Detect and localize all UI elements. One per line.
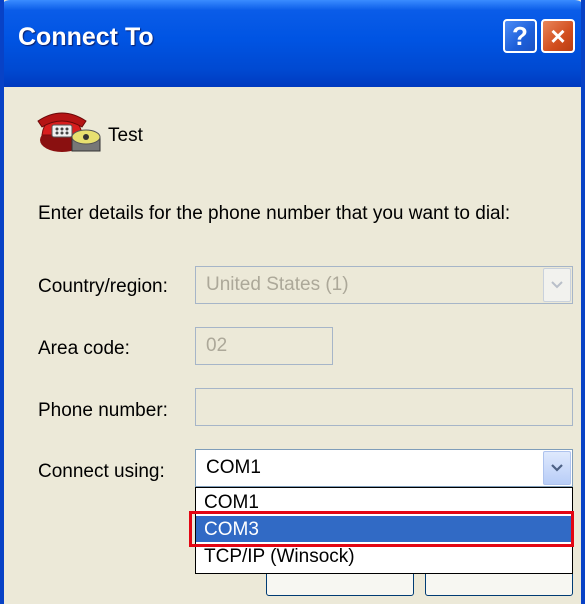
title-bar[interactable]: Connect To ? × (4, 0, 581, 87)
chevron-down-icon (551, 464, 563, 472)
connect-using-value: COM1 (206, 457, 261, 478)
connect-using-label: Connect using: (38, 461, 165, 482)
country-dropdown-button[interactable] (543, 268, 571, 302)
country-label: Country/region: (38, 276, 168, 297)
instructions-text: Enter details for the phone number that … (38, 203, 511, 224)
close-icon: × (550, 21, 566, 51)
country-select[interactable]: United States (1) (195, 266, 573, 304)
highlight-box (189, 511, 574, 547)
area-code-input[interactable]: 02 (195, 327, 333, 365)
help-button[interactable]: ? (503, 19, 537, 53)
connect-to-dialog: Connect To ? × Test Enter details for th… (0, 0, 585, 604)
country-value: United States (1) (206, 274, 349, 295)
chevron-down-icon (551, 281, 563, 289)
connect-using-dropdown-button[interactable] (543, 451, 571, 485)
connection-name: Test (108, 125, 143, 146)
phone-number-input[interactable] (195, 388, 573, 426)
close-button[interactable]: × (541, 19, 575, 53)
area-code-value: 02 (206, 335, 228, 356)
phone-icon (37, 112, 101, 152)
option-label: TCP/IP (Winsock) (204, 546, 355, 567)
phone-number-label: Phone number: (38, 400, 168, 421)
help-icon: ? (512, 21, 528, 51)
dialog-title: Connect To (18, 23, 154, 51)
area-code-label: Area code: (38, 338, 130, 359)
connect-using-select[interactable]: COM1 (195, 449, 573, 487)
